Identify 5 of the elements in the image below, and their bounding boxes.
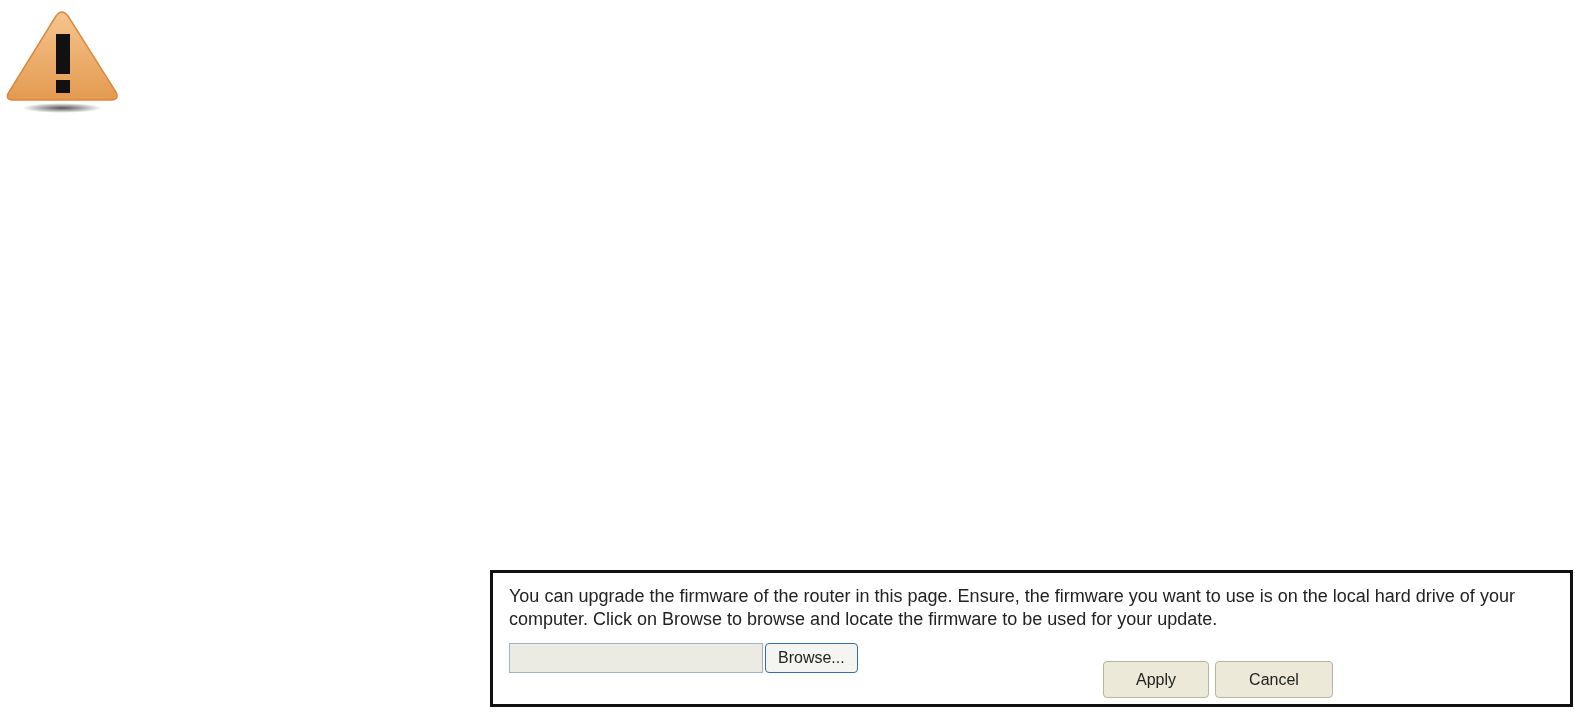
cancel-button[interactable]: Cancel xyxy=(1215,661,1333,698)
description-text: You can upgrade the firmware of the router in this page. Ensure, the firmware you want to use is on the local hard drive of your computer. Click on Browse to browse and locate the firmware to be used for your update. xyxy=(509,585,1516,631)
apply-button[interactable]: Apply xyxy=(1103,661,1209,698)
file-field[interactable] xyxy=(509,643,763,673)
browse-button[interactable]: Browse... xyxy=(765,643,858,673)
